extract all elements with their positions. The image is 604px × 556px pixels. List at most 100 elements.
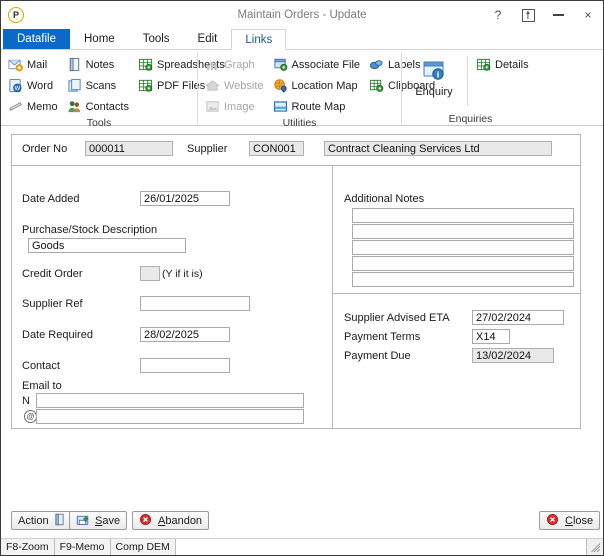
status-message-area	[175, 539, 587, 555]
labels-icon	[369, 57, 384, 72]
ribbon-item-location-map[interactable]: Location Map	[270, 75, 366, 96]
ribbon-item-associate-file[interactable]: Associate File	[270, 54, 366, 75]
ribbon-item-label: Notes	[85, 58, 115, 71]
ribbon-item-label: Location Map	[291, 79, 358, 92]
abandon-button-label: Abandon	[158, 514, 203, 527]
window-controls: ? ×	[483, 1, 603, 29]
abandon-icon	[139, 513, 154, 528]
ribbon-item-mail[interactable]: Mail	[5, 54, 64, 75]
help-icon[interactable]: ?	[483, 1, 513, 29]
restore-window-icon[interactable]	[513, 1, 543, 29]
ribbon-item-label: Enquiry	[415, 86, 453, 98]
status-cell-f8-zoom[interactable]: F8-Zoom	[1, 539, 55, 555]
ribbon-divider	[467, 56, 468, 106]
ribbon-group-enquiries: i Enquiry Details Enquiries	[401, 52, 539, 126]
order-no-input[interactable]	[85, 141, 173, 156]
save-button[interactable]: Save	[69, 511, 128, 530]
ribbon-item-label: Image	[224, 100, 255, 113]
date-required-label: Date Required	[22, 329, 93, 341]
ribbon-item-label: Associate File	[291, 58, 361, 71]
ribbon-item-scans[interactable]: Scans	[64, 75, 135, 96]
description-input[interactable]	[28, 238, 186, 253]
supplier-name-input[interactable]	[324, 141, 552, 156]
additional-note-line[interactable]	[352, 272, 574, 287]
supplier-code-input[interactable]	[249, 141, 304, 156]
email-address-input[interactable]	[36, 409, 304, 424]
ribbon-item-image[interactable]: Image	[202, 96, 270, 117]
tab-datafile[interactable]: Datafile	[3, 28, 70, 49]
svg-text:W: W	[15, 86, 21, 92]
supplier-ref-input[interactable]	[140, 296, 250, 311]
enquiries-column-1: Details	[473, 54, 535, 113]
graph-icon	[205, 57, 220, 72]
close-button-label: Close	[565, 514, 594, 527]
ribbon-item-contacts[interactable]: Contacts	[64, 96, 135, 117]
email-name-input[interactable]	[36, 393, 304, 408]
tab-edit[interactable]: Edit	[184, 28, 232, 49]
save-icon	[76, 513, 91, 528]
supplier-ref-label: Supplier Ref	[22, 298, 83, 310]
contacts-icon	[67, 99, 82, 114]
tab-home[interactable]: Home	[70, 28, 129, 49]
close-icon[interactable]: ×	[573, 1, 603, 29]
ribbon-item-route-map[interactable]: Route Map	[270, 96, 366, 117]
ribbon-item-details[interactable]: Details	[473, 54, 535, 75]
status-cell-company[interactable]: Comp DEM	[110, 539, 176, 555]
associate-file-icon	[273, 57, 288, 72]
payment-due-input[interactable]	[472, 348, 554, 363]
word-icon: W	[8, 78, 23, 93]
ribbon-group-title: Enquiries	[448, 113, 493, 125]
svg-text:i: i	[437, 70, 440, 79]
additional-note-line[interactable]	[352, 240, 574, 255]
payment-terms-input[interactable]	[472, 329, 510, 344]
tab-tools[interactable]: Tools	[129, 28, 184, 49]
utilities-column-2: Associate File Location Map Route Map	[270, 54, 366, 117]
additional-note-line[interactable]	[352, 224, 574, 239]
form-content: Order No Supplier Date Added Purchase/St…	[1, 126, 603, 519]
eta-input[interactable]	[472, 310, 564, 325]
close-button[interactable]: Close	[539, 511, 601, 530]
location-map-icon	[273, 78, 288, 93]
additional-notes-label: Additional Notes	[344, 193, 425, 205]
save-button-label: Save	[95, 514, 121, 527]
email-name-label: N	[22, 395, 30, 407]
scans-icon	[67, 78, 82, 93]
action-button[interactable]: Action	[11, 511, 75, 530]
ribbon-item-label: Mail	[27, 58, 48, 71]
ribbon-item-enquiry[interactable]: i Enquiry	[406, 54, 462, 113]
abandon-button[interactable]: Abandon	[132, 511, 210, 530]
date-required-input[interactable]	[140, 327, 230, 342]
tab-links[interactable]: Links	[231, 29, 287, 50]
date-added-input[interactable]	[140, 191, 230, 206]
pdf-icon	[138, 78, 153, 93]
additional-note-line[interactable]	[352, 208, 574, 223]
contact-input[interactable]	[140, 358, 230, 373]
status-bar: F8-Zoom F9-Memo Comp DEM	[1, 538, 603, 555]
ribbon-item-label: Word	[27, 79, 54, 92]
ribbon-item-website[interactable]: Website	[202, 75, 270, 96]
status-cell-f9-memo[interactable]: F9-Memo	[54, 539, 111, 555]
ribbon-item-graph[interactable]: Graph	[202, 54, 270, 75]
credit-order-hint: (Y if it is)	[162, 268, 203, 280]
credit-order-label: Credit Order	[22, 268, 83, 280]
app-logo: P	[5, 4, 27, 26]
ribbon-item-memo[interactable]: Memo	[5, 96, 64, 117]
contact-label: Contact	[22, 360, 60, 372]
image-icon	[205, 99, 220, 114]
additional-note-line[interactable]	[352, 256, 574, 271]
payment-due-label: Payment Due	[344, 350, 411, 362]
date-added-label: Date Added	[22, 193, 80, 205]
ribbon-item-word[interactable]: W Word	[5, 75, 64, 96]
ribbon-item-notes[interactable]: Notes	[64, 54, 135, 75]
ribbon-item-label: Memo	[27, 100, 58, 113]
application-window: P Maintain Orders - Update ? × Datafile …	[0, 0, 604, 556]
email-to-label: Email to	[22, 380, 62, 392]
supplier-label: Supplier	[187, 143, 228, 155]
minimize-icon[interactable]	[543, 1, 573, 29]
app-logo-letter: P	[8, 7, 24, 23]
credit-order-input[interactable]	[140, 266, 160, 281]
mail-icon	[8, 57, 23, 72]
button-bar: Action Save Abandon Close	[1, 501, 603, 537]
eta-label: Supplier Advised ETA	[344, 312, 450, 324]
resize-grip-icon[interactable]	[587, 539, 603, 555]
